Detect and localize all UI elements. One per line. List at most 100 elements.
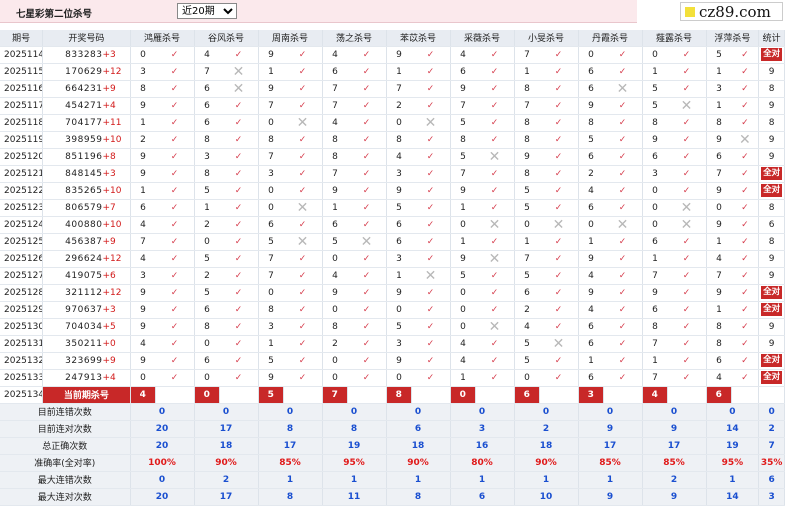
hit-check-icon: ✓ [667,131,707,149]
kill-number: 0 [322,369,348,387]
draw-digits: 400880 [65,219,103,230]
all-correct-badge: 全对 [761,286,783,299]
table-row: 2025117 454271+4 9 ✓ 6 ✓ 7 ✓ 7 ✓ 2 ✓ 7 ✓ 7 ✓ 9 ✓ 5 ✕ 1 ✓ 9 [0,97,785,115]
hit-check-icon: ✓ [219,148,259,166]
hit-check-icon: ✓ [539,182,579,200]
hit-check-icon: ✓ [155,335,195,353]
kill-number: 9 [450,80,476,98]
hit-check-icon: ✓ [475,46,515,64]
kill-number: 6 [578,199,604,217]
summary-value: 90% [514,454,579,472]
kill-number: 8 [258,301,284,319]
hit-check-icon: ✓ [475,335,515,353]
col-expert[interactable]: 苯苡杀号 [386,30,451,47]
kill-number: 7 [322,97,348,115]
kill-number: 8 [130,80,156,98]
kill-number: 9 [706,216,732,234]
miss-cross-icon: ✕ [475,318,515,336]
draw-digits: 296624 [65,253,103,264]
kill-number: 9 [578,284,604,302]
summary-value: 19 [322,437,387,455]
hit-check-icon: ✓ [603,233,643,251]
summary-value: 1 [258,471,323,489]
kill-number: 4 [130,216,156,234]
col-expert[interactable]: 采薇杀号 [450,30,515,47]
hit-check-icon: ✓ [155,46,195,64]
hit-check-icon: ✓ [603,97,643,115]
kill-number: 3 [386,250,412,268]
col-expert[interactable]: 鸿雁杀号 [130,30,195,47]
hit-check-icon: ✓ [283,148,323,166]
kill-number: 4 [450,335,476,353]
kill-number: 8 [514,131,540,149]
summary-value: 0 [578,403,643,421]
hit-check-icon: ✓ [603,63,643,81]
kill-number: 9 [258,369,284,387]
col-expert[interactable]: 荡之杀号 [322,30,387,47]
hit-check-icon: ✓ [347,301,387,319]
kill-number: 8 [194,131,220,149]
hit-check-icon: ✓ [603,369,643,387]
kill-number: 6 [130,199,156,217]
hit-check-icon: ✓ [411,46,451,64]
table-row: 2025118 704177+11 1 ✓ 6 ✓ 0 ✕ 4 ✓ 0 ✕ 5 ✓ 8 ✓ 8 ✓ 8 ✓ 8 ✓ 8 [0,114,785,132]
period-cell: 2025118 [0,114,44,132]
empty-cell [731,386,760,404]
hit-check-icon: ✓ [219,284,259,302]
hit-check-icon: ✓ [667,369,707,387]
draw-sum: +12 [102,253,122,264]
hit-check-icon: ✓ [411,199,451,217]
kill-number: 8 [450,131,476,149]
col-expert[interactable]: 小旻杀号 [514,30,579,47]
hit-check-icon: ✓ [667,301,707,319]
kill-number: 5 [194,284,220,302]
col-expert[interactable]: 周南杀号 [258,30,323,47]
hit-check-icon: ✓ [603,182,643,200]
summary-value: 1 [450,471,515,489]
summary-value: 2 [514,420,579,438]
kill-number: 9 [386,352,412,370]
table-row: 2025127 419075+6 3 ✓ 2 ✓ 7 ✓ 4 ✓ 1 ✕ 5 ✓ 5 ✓ 4 ✓ 7 ✓ 7 ✓ 9 [0,267,785,285]
miss-cross-icon: ✕ [219,80,259,98]
col-expert[interactable]: 浮萍杀号 [706,30,760,47]
kill-number: 9 [130,165,156,183]
kill-number: 6 [194,97,220,115]
kill-number: 6 [578,63,604,81]
hit-check-icon: ✓ [411,97,451,115]
kill-number: 5 [450,114,476,132]
hit-check-icon: ✓ [731,46,760,64]
col-expert[interactable]: 谷风杀号 [194,30,259,47]
hit-check-icon: ✓ [667,335,707,353]
kill-number: 5 [642,97,668,115]
summary-value: 17 [258,437,323,455]
col-expert[interactable]: 丹霞杀号 [578,30,643,47]
summary-value: 17 [194,420,259,438]
kill-number: 6 [258,216,284,234]
hit-check-icon: ✓ [155,352,195,370]
period-range-select[interactable]: 近20期 [177,3,237,19]
col-stat: 统计 [758,30,785,47]
kill-number: 9 [386,182,412,200]
kill-number: 7 [450,97,476,115]
kill-number: 5 [194,182,220,200]
hit-check-icon: ✓ [411,148,451,166]
hit-check-icon: ✓ [539,284,579,302]
site-logo[interactable]: cz89.com [680,2,783,21]
hit-check-icon: ✓ [347,165,387,183]
kill-number: 8 [258,131,284,149]
kill-number: 5 [258,352,284,370]
stat-cell: 9 [758,97,785,115]
kill-number: 0 [194,233,220,251]
hit-check-icon: ✓ [347,216,387,234]
kill-number: 6 [706,148,732,166]
current-period: 2025134 [0,386,44,404]
hit-check-icon: ✓ [411,80,451,98]
draw-cell: 247913+4 [42,369,131,387]
summary-value: 6 [450,488,515,506]
kill-number: 0 [450,318,476,336]
col-expert[interactable]: 薤露杀号 [642,30,707,47]
summary-label: 最大连对次数 [0,488,131,506]
kill-number: 7 [386,80,412,98]
draw-sum: +6 [102,270,116,281]
hit-check-icon: ✓ [603,335,643,353]
